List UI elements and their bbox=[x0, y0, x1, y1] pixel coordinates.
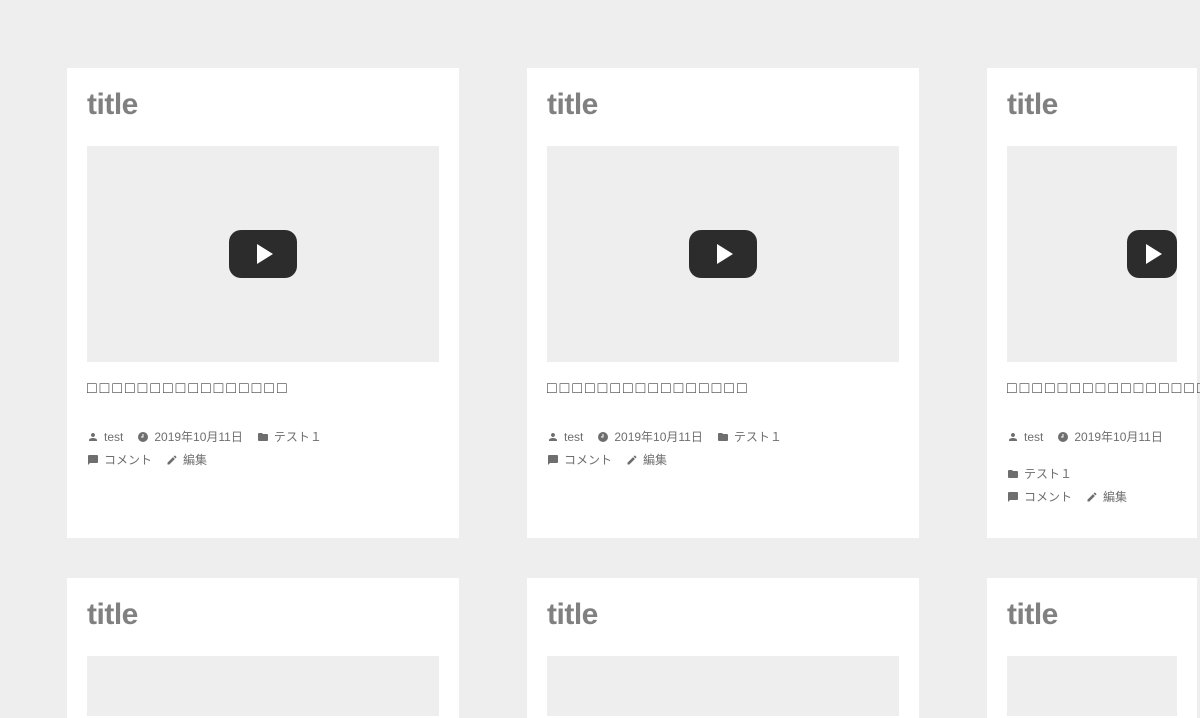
comments-label: コメント bbox=[564, 449, 612, 472]
post-title[interactable]: title bbox=[87, 88, 439, 122]
post-date: 2019年10月11日 bbox=[614, 426, 703, 449]
comment-icon bbox=[87, 454, 99, 466]
video-thumbnail[interactable] bbox=[87, 146, 439, 362]
post-meta: test 2019年10月11日 テスト１ コメント 編集 bbox=[87, 426, 439, 472]
comment-icon bbox=[1007, 491, 1019, 503]
video-thumbnail[interactable] bbox=[1007, 656, 1177, 716]
post-card: title □□□□□□□□□□□□□□□□ test 2019年10月11日 … bbox=[527, 68, 919, 538]
clock-icon bbox=[597, 431, 609, 443]
author-link[interactable]: test bbox=[547, 426, 583, 449]
post-excerpt: □□□□□□□□□□□□□□□□ bbox=[547, 380, 899, 398]
edit-link[interactable]: 編集 bbox=[626, 449, 667, 472]
comments-link[interactable]: コメント bbox=[1007, 486, 1072, 509]
play-icon bbox=[229, 230, 297, 278]
category-link[interactable]: テスト１ bbox=[717, 426, 782, 449]
post-title[interactable]: title bbox=[547, 88, 899, 122]
edit-icon bbox=[626, 454, 638, 466]
person-icon bbox=[87, 431, 99, 443]
post-excerpt: □□□□□□□□□□□□□□□□ bbox=[1007, 380, 1200, 398]
author-name: test bbox=[104, 426, 123, 449]
comment-icon bbox=[547, 454, 559, 466]
edit-label: 編集 bbox=[1103, 486, 1127, 509]
author-name: test bbox=[564, 426, 583, 449]
play-icon bbox=[689, 230, 757, 278]
edit-label: 編集 bbox=[183, 449, 207, 472]
edit-label: 編集 bbox=[643, 449, 667, 472]
post-title[interactable]: title bbox=[1007, 598, 1177, 632]
clock-icon bbox=[1057, 431, 1069, 443]
post-title[interactable]: title bbox=[87, 598, 439, 632]
comments-label: コメント bbox=[1024, 486, 1072, 509]
comments-link[interactable]: コメント bbox=[87, 449, 152, 472]
post-date: 2019年10月11日 bbox=[1074, 426, 1163, 449]
author-link[interactable]: test bbox=[87, 426, 123, 449]
author-name: test bbox=[1024, 426, 1043, 449]
post-title[interactable]: title bbox=[547, 598, 899, 632]
person-icon bbox=[547, 431, 559, 443]
video-thumbnail[interactable] bbox=[547, 656, 899, 716]
person-icon bbox=[1007, 431, 1019, 443]
post-card: title bbox=[987, 578, 1197, 718]
video-thumbnail[interactable] bbox=[1007, 146, 1177, 362]
category-link[interactable]: テスト１ bbox=[257, 426, 322, 449]
author-link[interactable]: test bbox=[1007, 426, 1043, 449]
category-link[interactable]: テスト１ bbox=[1007, 463, 1072, 486]
post-card: title bbox=[527, 578, 919, 718]
post-meta: test 2019年10月11日 テスト１ コメント 編集 bbox=[547, 426, 899, 472]
post-date: 2019年10月11日 bbox=[154, 426, 243, 449]
post-meta: test 2019年10月11日 テスト１ コメント 編集 bbox=[1007, 426, 1177, 508]
post-card: title bbox=[67, 578, 459, 718]
play-icon bbox=[1127, 230, 1177, 278]
edit-link[interactable]: 編集 bbox=[166, 449, 207, 472]
edit-link[interactable]: 編集 bbox=[1086, 486, 1127, 509]
comments-label: コメント bbox=[104, 449, 152, 472]
post-title[interactable]: title bbox=[1007, 88, 1177, 122]
post-category: テスト１ bbox=[734, 426, 782, 449]
post-grid: title □□□□□□□□□□□□□□□□ test 2019年10月11日 … bbox=[0, 0, 1200, 718]
date-link[interactable]: 2019年10月11日 bbox=[137, 426, 243, 449]
edit-icon bbox=[166, 454, 178, 466]
post-category: テスト１ bbox=[1024, 463, 1072, 486]
date-link[interactable]: 2019年10月11日 bbox=[597, 426, 703, 449]
folder-icon bbox=[257, 431, 269, 443]
folder-icon bbox=[717, 431, 729, 443]
video-thumbnail[interactable] bbox=[87, 656, 439, 716]
post-excerpt: □□□□□□□□□□□□□□□□ bbox=[87, 380, 439, 398]
post-card: title □□□□□□□□□□□□□□□□ test 2019年10月11日 … bbox=[67, 68, 459, 538]
post-card: title □□□□□□□□□□□□□□□□ test 2019年10月11日 … bbox=[987, 68, 1197, 538]
comments-link[interactable]: コメント bbox=[547, 449, 612, 472]
edit-icon bbox=[1086, 491, 1098, 503]
folder-icon bbox=[1007, 468, 1019, 480]
date-link[interactable]: 2019年10月11日 bbox=[1057, 426, 1163, 449]
clock-icon bbox=[137, 431, 149, 443]
post-category: テスト１ bbox=[274, 426, 322, 449]
video-thumbnail[interactable] bbox=[547, 146, 899, 362]
